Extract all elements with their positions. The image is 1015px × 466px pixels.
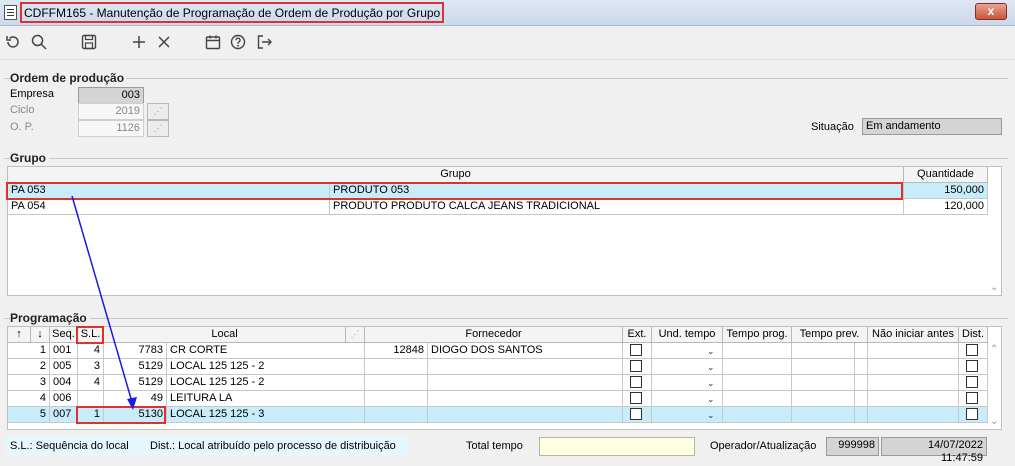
total-tempo-label: Total tempo: [466, 440, 523, 452]
total-tempo-field: [539, 437, 695, 456]
annotation-arrow: [71, 195, 137, 410]
legend-dist: Dist.: Local atribuído pelo processo de …: [150, 440, 396, 452]
operador-field: 999998: [826, 437, 879, 456]
legend-sl: S.L.: Sequência do local: [10, 440, 129, 452]
datetime-field: 14/07/2022 11:47:59: [881, 437, 987, 464]
operador-label: Operador/Atualização: [710, 440, 817, 452]
